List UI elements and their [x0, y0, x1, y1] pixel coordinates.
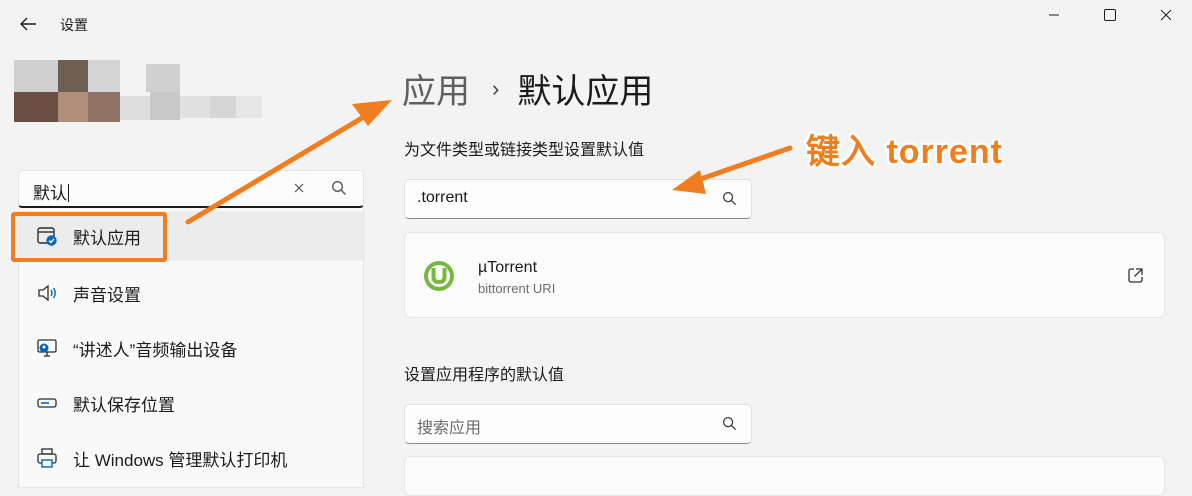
annotation-arrows: [185, 100, 793, 225]
arrow-to-filetype-input: [672, 145, 793, 194]
arrow-to-breadcrumb: [185, 100, 392, 225]
